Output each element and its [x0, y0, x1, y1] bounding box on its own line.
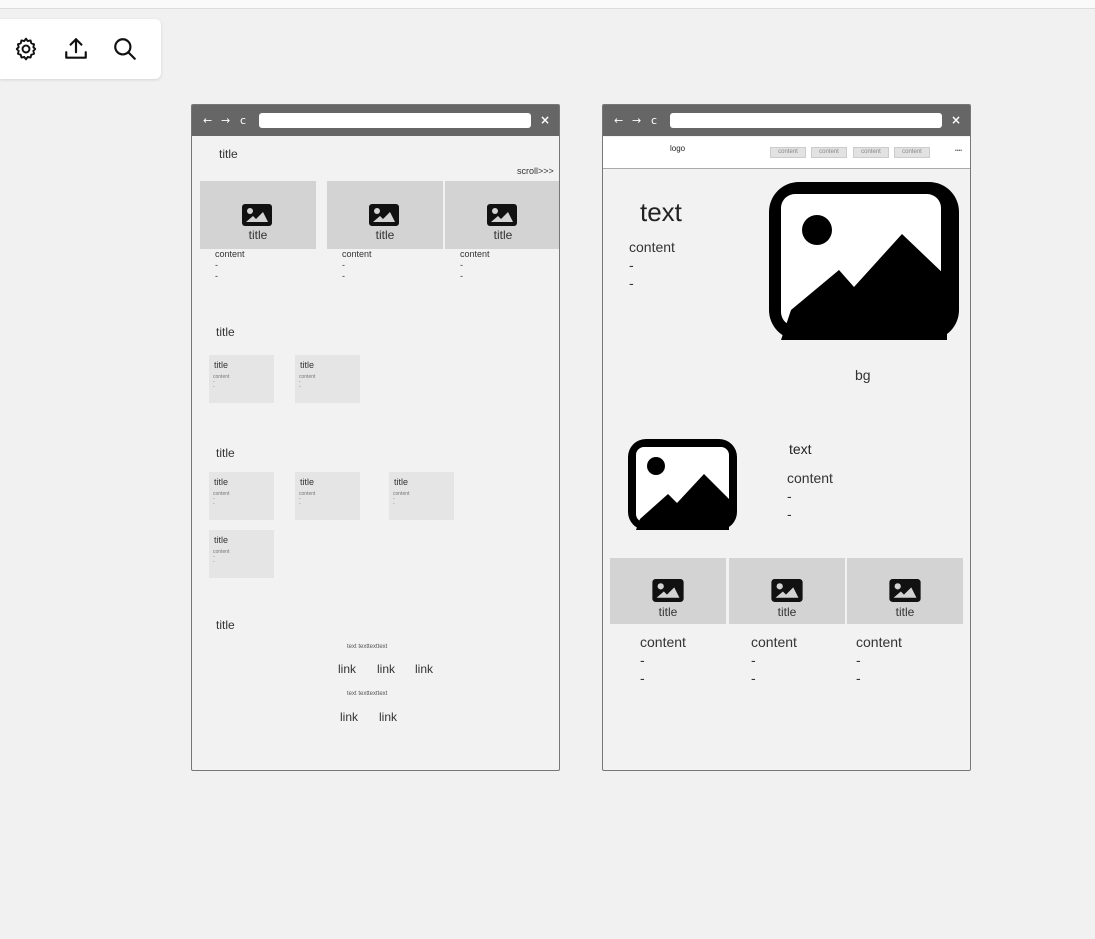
search-button[interactable] — [110, 34, 140, 64]
tile-content: content - - — [751, 634, 797, 686]
card-title: title — [394, 477, 409, 487]
card-content: content - - — [213, 549, 230, 565]
forward-arrow-icon[interactable]: → — [221, 105, 230, 136]
hero-content: content - - — [629, 239, 675, 291]
section-title: title — [219, 147, 238, 161]
content-card[interactable]: title content - - — [209, 530, 274, 578]
floating-toolbar — [0, 19, 161, 79]
card-content: content - - — [213, 491, 230, 507]
back-arrow-icon[interactable]: ← — [203, 105, 212, 136]
carousel-title: title — [375, 228, 395, 242]
menu-item[interactable]: content — [770, 147, 806, 158]
menu-item[interactable]: content — [894, 147, 930, 158]
back-arrow-icon[interactable]: ← — [614, 105, 623, 136]
reload-icon[interactable]: c — [651, 105, 657, 136]
site-header: logo content content content content •••… — [603, 137, 970, 169]
tile-title: title — [658, 605, 678, 619]
carousel-title: title — [248, 228, 268, 242]
footer-link[interactable]: link — [338, 662, 356, 676]
card-title: title — [214, 360, 229, 370]
address-bar[interactable] — [670, 113, 942, 128]
footer-link[interactable]: link — [415, 662, 433, 676]
card-content: content - - — [299, 491, 316, 507]
carousel-content: content - - — [342, 249, 372, 281]
card-title: title — [300, 477, 315, 487]
scroll-link[interactable]: scroll>>> — [517, 166, 554, 176]
image-icon — [628, 439, 737, 530]
tile-title: title — [777, 605, 797, 619]
image-placeholder: title — [729, 558, 845, 624]
image-icon — [487, 204, 517, 226]
image-placeholder: title — [445, 181, 559, 249]
footer-text: text texttexttext — [347, 691, 388, 697]
card-content: content - - — [213, 374, 230, 390]
image-placeholder: title — [847, 558, 963, 624]
image-icon — [652, 579, 684, 602]
address-bar[interactable] — [259, 113, 531, 128]
logo[interactable]: logo — [670, 144, 685, 153]
mobile-wireframe-left: ← → c × title scroll>>> title title titl… — [191, 104, 560, 771]
reload-icon[interactable]: c — [240, 105, 246, 136]
mobile-wireframe-right: ← → c × logo content content content con… — [602, 104, 971, 771]
tile-title: title — [895, 605, 915, 619]
section-title: title — [216, 618, 235, 632]
card-title: title — [214, 477, 229, 487]
gear-icon — [15, 37, 37, 61]
close-icon[interactable]: × — [951, 105, 961, 136]
menu-item[interactable]: content — [811, 147, 847, 158]
browser-bar: ← → c × — [603, 105, 970, 136]
card-content: content - - — [299, 374, 316, 390]
upload-icon — [65, 38, 87, 59]
browser-bar: ← → c × — [192, 105, 559, 136]
image-icon — [771, 579, 803, 602]
carousel-content: content - - — [460, 249, 490, 281]
section-title: title — [216, 325, 235, 339]
menu-item[interactable]: content — [853, 147, 889, 158]
image-placeholder: title — [327, 181, 443, 249]
carousel-content: content - - — [215, 249, 245, 281]
content-card[interactable]: title content - - — [209, 355, 274, 403]
image-icon — [889, 579, 921, 602]
hero-heading: text — [640, 197, 682, 227]
forward-arrow-icon[interactable]: → — [632, 105, 641, 136]
image-placeholder: title — [610, 558, 726, 624]
content-card[interactable]: title content - - — [389, 472, 454, 520]
footer-link[interactable]: link — [340, 710, 358, 724]
carousel-title: title — [493, 228, 513, 242]
card-title: title — [214, 535, 229, 545]
close-icon[interactable]: × — [540, 105, 550, 136]
content-card[interactable]: title content - - — [295, 355, 360, 403]
menu-more[interactable]: •••• — [955, 148, 962, 154]
section-title: title — [216, 446, 235, 460]
card-content: content - - — [393, 491, 410, 507]
tile-content: content - - — [856, 634, 902, 686]
footer-text: text texttexttext — [347, 644, 388, 650]
content-card[interactable]: title content - - — [209, 472, 274, 520]
search-icon — [114, 38, 136, 60]
image-placeholder: title — [200, 181, 316, 249]
bg-label: bg — [855, 367, 871, 383]
image-icon — [369, 204, 399, 226]
content-card[interactable]: title content - - — [295, 472, 360, 520]
footer-link[interactable]: link — [377, 662, 395, 676]
feature-heading: text — [789, 441, 812, 457]
card-title: title — [300, 360, 315, 370]
image-icon — [769, 182, 959, 340]
feature-content: content - - — [787, 470, 833, 522]
settings-button[interactable] — [11, 34, 41, 64]
upload-button[interactable] — [61, 34, 91, 64]
top-bar — [0, 0, 1095, 9]
image-icon — [242, 204, 272, 226]
footer-link[interactable]: link — [379, 710, 397, 724]
tile-content: content - - — [640, 634, 686, 686]
